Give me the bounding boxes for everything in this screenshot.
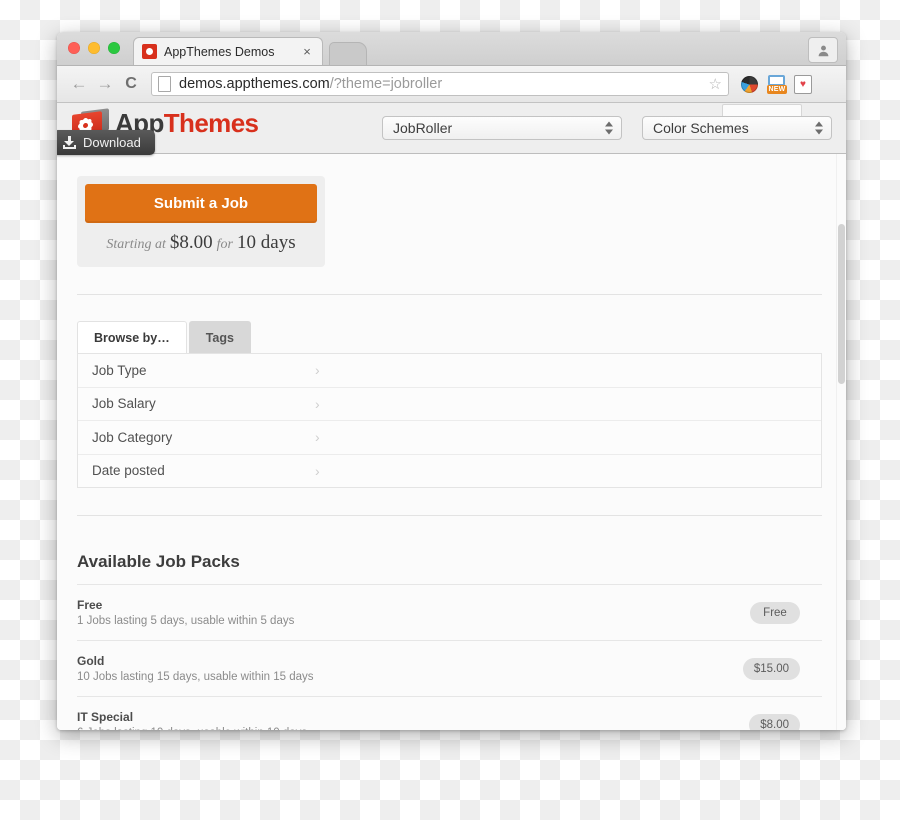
content-column: Submit a Job Starting at $8.00 for 10 da… xyxy=(77,176,822,730)
list-item[interactable]: Job Category › xyxy=(78,421,821,455)
submit-job-button[interactable]: Submit a Job xyxy=(85,184,317,223)
list-item-label: Job Salary xyxy=(92,396,156,412)
download-label: Download xyxy=(83,135,141,150)
logo-themes-text: Themes xyxy=(163,108,259,138)
appthemes-favicon-icon xyxy=(142,44,157,59)
header-selects: JobRoller Color Schemes xyxy=(382,116,832,140)
tab-tags[interactable]: Tags xyxy=(188,321,251,353)
tab-browse-by[interactable]: Browse by… xyxy=(77,321,187,353)
job-pack-price-badge[interactable]: $8.00 xyxy=(749,713,800,730)
download-icon xyxy=(63,136,76,149)
back-button[interactable]: ← xyxy=(67,72,91,96)
chevron-right-icon: › xyxy=(315,362,320,379)
browser-tab[interactable]: AppThemes Demos × xyxy=(133,37,323,65)
browser-toolbar: ← → C demos.appthemes.com/?theme=jobroll… xyxy=(57,66,846,103)
heart-icon[interactable]: ♥ xyxy=(793,74,813,94)
browse-list: Job Type › Job Salary › Job Category › D… xyxy=(77,353,822,488)
price-middle: for xyxy=(216,237,234,252)
job-pack-row[interactable]: IT Special 6 Jobs lasting 10 days, usabl… xyxy=(77,697,822,730)
url-domain: demos.appthemes.com xyxy=(179,76,330,92)
new-badge-label: NEW xyxy=(766,85,788,94)
job-packs-list: Free 1 Jobs lasting 5 days, usable withi… xyxy=(77,584,822,730)
download-button[interactable]: Download xyxy=(57,130,155,155)
job-pack-name: IT Special xyxy=(77,710,134,724)
price-duration: 10 days xyxy=(237,232,296,253)
window-controls xyxy=(68,42,120,54)
list-item[interactable]: Date posted › xyxy=(78,455,821,488)
list-item-label: Job Category xyxy=(92,429,173,445)
close-icon[interactable]: × xyxy=(300,45,314,59)
chevron-right-icon: › xyxy=(315,462,320,479)
browse-tabs: Browse by… Tags xyxy=(77,321,822,353)
bookmark-star-icon[interactable]: ☆ xyxy=(709,75,722,93)
list-item-label: Job Type xyxy=(92,362,147,378)
price-prefix: Starting at xyxy=(106,237,166,252)
section-divider xyxy=(77,515,822,516)
job-pack-desc: 10 Jobs lasting 15 days, usable within 1… xyxy=(77,671,314,683)
browse-panel: Browse by… Tags Job Type › Job Salary › xyxy=(77,321,822,488)
profile-avatar[interactable] xyxy=(808,37,838,63)
price-note: Starting at $8.00 for 10 days xyxy=(85,223,317,259)
list-item[interactable]: Job Salary › xyxy=(78,388,821,421)
url-text: demos.appthemes.com/?theme=jobroller xyxy=(179,76,703,92)
url-path: /?theme=jobroller xyxy=(329,76,443,92)
color-scheme-select-value: Color Schemes xyxy=(653,120,749,136)
section-divider xyxy=(77,294,822,295)
stepper-arrows-icon xyxy=(815,121,823,135)
maximize-window-button[interactable] xyxy=(108,42,120,54)
job-pack-price-badge[interactable]: Free xyxy=(750,601,800,624)
person-icon xyxy=(818,45,828,56)
color-scheme-select[interactable]: Color Schemes xyxy=(642,116,832,140)
close-window-button[interactable] xyxy=(68,42,80,54)
new-tab-button[interactable] xyxy=(329,42,367,65)
job-pack-name: Gold xyxy=(77,654,105,668)
minimize-window-button[interactable] xyxy=(88,42,100,54)
stepper-arrows-icon xyxy=(605,121,613,135)
forward-button[interactable]: → xyxy=(93,72,117,96)
color-disc-icon[interactable] xyxy=(739,74,759,94)
job-pack-row[interactable]: Free 1 Jobs lasting 5 days, usable withi… xyxy=(77,585,822,641)
extension-toolbar: NEW ♥ xyxy=(739,74,836,94)
submit-job-box: Submit a Job Starting at $8.00 for 10 da… xyxy=(77,176,325,267)
site-header: AppThemes Download JobRoller Color Schem… xyxy=(57,103,846,155)
hamburger-menu-icon[interactable] xyxy=(820,74,836,94)
reload-button[interactable]: C xyxy=(119,72,143,96)
job-pack-row[interactable]: Gold 10 Jobs lasting 15 days, usable wit… xyxy=(77,641,822,697)
job-pack-name: Free xyxy=(77,598,103,612)
job-pack-desc: 1 Jobs lasting 5 days, usable within 5 d… xyxy=(77,615,295,627)
browser-window: AppThemes Demos × ← → C demos.appthemes.… xyxy=(57,32,846,730)
theme-select-value: JobRoller xyxy=(393,120,453,136)
page-body: Submit a Job Starting at $8.00 for 10 da… xyxy=(57,176,846,730)
page-viewport: AppThemes Download JobRoller Color Schem… xyxy=(57,103,846,730)
job-pack-price-badge[interactable]: $15.00 xyxy=(742,657,800,680)
list-item[interactable]: Job Type › xyxy=(78,354,821,388)
chevron-right-icon: › xyxy=(315,395,320,412)
theme-select[interactable]: JobRoller xyxy=(382,116,622,140)
new-badge-icon[interactable]: NEW xyxy=(766,74,788,94)
price-amount: $8.00 xyxy=(169,232,213,253)
chevron-right-icon: › xyxy=(315,429,320,446)
list-item-label: Date posted xyxy=(92,463,165,479)
address-bar[interactable]: demos.appthemes.com/?theme=jobroller ☆ xyxy=(151,72,729,96)
browser-titlebar: AppThemes Demos × xyxy=(57,32,846,66)
job-packs-title: Available Job Packs xyxy=(77,552,240,571)
page-info-icon[interactable] xyxy=(158,76,171,92)
job-pack-desc: 6 Jobs lasting 10 days, usable within 10… xyxy=(77,727,822,730)
browser-tab-title: AppThemes Demos xyxy=(164,44,275,59)
